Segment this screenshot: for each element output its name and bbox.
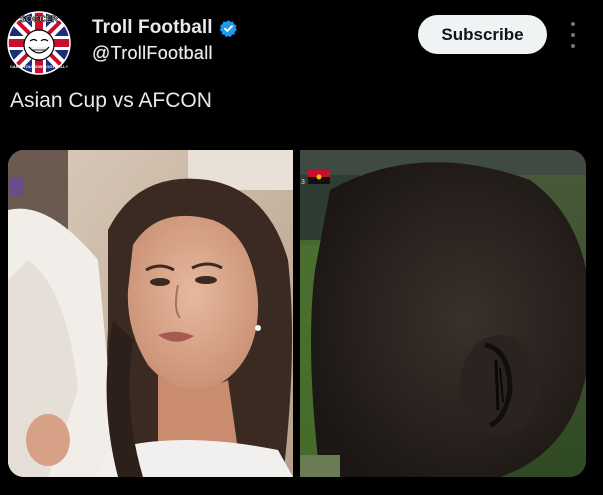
author-display-name[interactable]: Troll Football: [92, 17, 213, 39]
author-avatar[interactable]: SOCCER CAN'T YOU NOW FOOTBALL?: [7, 11, 71, 75]
asian-cup-photo[interactable]: [8, 150, 293, 477]
name-row: Troll Football: [92, 16, 238, 40]
media-grid: 3: [8, 150, 586, 477]
avatar-text-bottom: CAN'T YOU NOW FOOTBALL?: [10, 64, 69, 69]
author-info: Troll Football @TrollFootball: [92, 16, 238, 64]
avatar-text-top: SOCCER: [20, 14, 59, 24]
more-vertical-icon[interactable]: [566, 22, 580, 48]
svg-text:3: 3: [301, 179, 305, 186]
more-dot: [571, 33, 575, 37]
post: SOCCER CAN'T YOU NOW FOOTBALL? Troll Foo…: [0, 0, 603, 495]
more-dot: [571, 22, 575, 26]
author-handle[interactable]: @TrollFootball: [92, 43, 238, 64]
afcon-photo[interactable]: 3: [300, 150, 586, 477]
subscribe-button[interactable]: Subscribe: [418, 15, 547, 54]
post-text: Asian Cup vs AFCON: [10, 89, 212, 112]
verified-badge-icon: [219, 19, 238, 38]
more-dot: [571, 44, 575, 48]
